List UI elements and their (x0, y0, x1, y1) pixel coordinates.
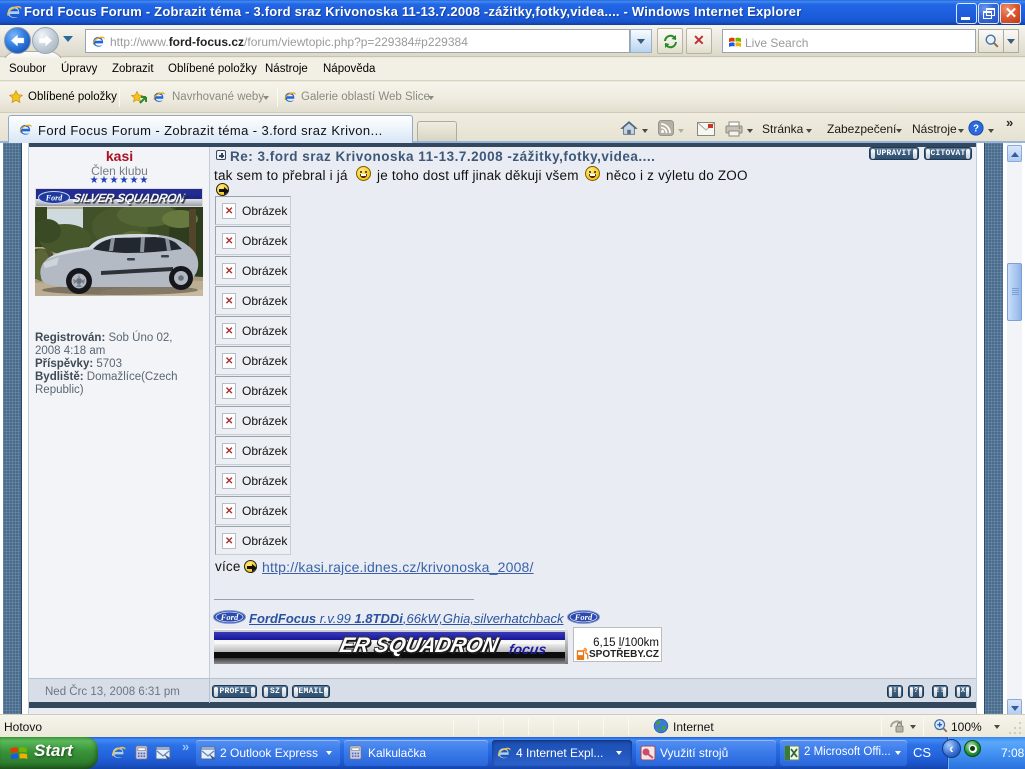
svg-text:Ford: Ford (574, 612, 593, 622)
svg-text:Ford: Ford (220, 612, 239, 622)
svg-text:Ford: Ford (45, 194, 63, 203)
